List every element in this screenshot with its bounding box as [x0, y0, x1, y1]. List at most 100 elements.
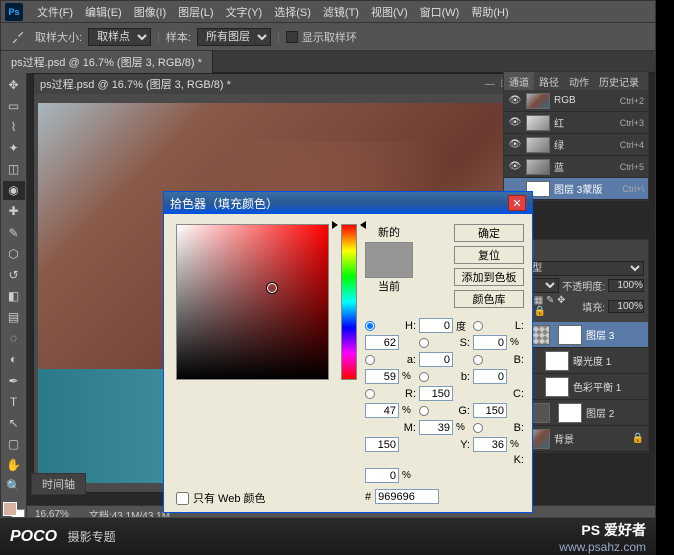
move-tool[interactable]: ✥ — [3, 75, 25, 94]
cancel-button[interactable]: 复位 — [454, 246, 524, 264]
a-radio[interactable] — [365, 355, 375, 365]
eyedropper-tool[interactable]: ◉ — [3, 181, 25, 200]
marquee-tool[interactable]: ▭ — [3, 96, 25, 115]
tab-history[interactable]: 历史记录 — [594, 72, 644, 90]
c-unit: % — [402, 405, 416, 416]
stamp-tool[interactable]: ⬡ — [3, 244, 25, 263]
web-only-checkbox[interactable] — [176, 492, 189, 505]
color-lib-button[interactable]: 颜色库 — [454, 290, 524, 308]
r-radio[interactable] — [365, 389, 375, 399]
visibility-icon[interactable]: 👁 — [508, 117, 522, 128]
add-swatch-button[interactable]: 添加到色板 — [454, 268, 524, 286]
g-input[interactable] — [473, 403, 507, 418]
tab-actions[interactable]: 动作 — [564, 72, 594, 90]
opacity-input[interactable] — [608, 279, 644, 292]
s-input[interactable] — [473, 335, 507, 350]
layer-name: 色彩平衡 1 — [573, 379, 621, 394]
channel-name: 图层 3蒙版 — [554, 181, 622, 196]
channel-shortcut: Ctrl+4 — [620, 140, 644, 150]
hand-tool[interactable]: ✋ — [3, 456, 25, 475]
lab-b-radio[interactable] — [419, 372, 429, 382]
h-radio[interactable] — [365, 321, 375, 331]
g-radio[interactable] — [419, 406, 429, 416]
gradient-tool[interactable]: ▤ — [3, 308, 25, 327]
channel-row[interactable]: 👁蓝Ctrl+5 — [504, 156, 648, 178]
a-input[interactable] — [419, 352, 453, 367]
eraser-tool[interactable]: ◧ — [3, 286, 25, 305]
y-input[interactable] — [473, 437, 507, 452]
layer-name: 图层 2 — [586, 405, 614, 420]
crop-tool[interactable]: ◫ — [3, 160, 25, 179]
m-input[interactable] — [419, 420, 453, 435]
bl-input[interactable] — [365, 437, 399, 452]
dialog-title-text: 拾色器（填充颜色） — [170, 195, 278, 212]
menu-layer[interactable]: 图层(L) — [172, 4, 219, 20]
l-radio[interactable] — [473, 321, 483, 331]
minimize-icon[interactable]: — — [485, 79, 495, 90]
channel-shortcut: Ctrl+3 — [620, 118, 644, 128]
timeline-tab[interactable]: 时间轴 — [31, 473, 86, 495]
channel-row[interactable]: 👁红Ctrl+3 — [504, 112, 648, 134]
show-ring-label: 显示取样环 — [302, 29, 357, 45]
menu-window[interactable]: 窗口(W) — [414, 4, 466, 20]
hex-input[interactable] — [375, 489, 439, 504]
dialog-titlebar[interactable]: 拾色器（填充颜色） ✕ — [164, 192, 532, 214]
c-input[interactable] — [365, 403, 399, 418]
heal-tool[interactable]: ✚ — [3, 202, 25, 221]
b-unit: % — [402, 371, 416, 382]
menubar: Ps 文件(F) 编辑(E) 图像(I) 图层(L) 文字(Y) 选择(S) 滤… — [1, 1, 655, 23]
sample-label: 样本: — [166, 29, 191, 45]
tab-paths[interactable]: 路径 — [534, 72, 564, 90]
history-brush-tool[interactable]: ↺ — [3, 265, 25, 284]
show-ring-checkbox[interactable] — [286, 31, 298, 43]
k-unit: % — [402, 470, 416, 481]
blur-tool[interactable]: ◌ — [3, 329, 25, 348]
menu-image[interactable]: 图像(I) — [128, 4, 172, 20]
tab-channels[interactable]: 通道 — [504, 72, 534, 90]
close-icon[interactable]: ✕ — [508, 195, 526, 211]
channel-row[interactable]: 👁RGBCtrl+2 — [504, 90, 648, 112]
dodge-tool[interactable]: ◐ — [3, 350, 25, 369]
lab-b-input[interactable] — [473, 369, 507, 384]
shape-tool[interactable]: ▢ — [3, 434, 25, 453]
lock-icons[interactable]: ▦ ✎ ✥ 🔒 — [534, 295, 579, 317]
hue-cursor — [338, 223, 360, 227]
fill-input[interactable] — [608, 300, 644, 313]
k-input[interactable] — [365, 468, 399, 483]
type-tool[interactable]: T — [3, 392, 25, 411]
saturation-field[interactable] — [176, 224, 329, 380]
zoom-tool[interactable]: 🔍 — [3, 477, 25, 496]
layer-mask-thumb — [545, 377, 569, 397]
ok-button[interactable]: 确定 — [454, 224, 524, 242]
h-input[interactable] — [419, 318, 453, 333]
b-input[interactable] — [365, 369, 399, 384]
menu-file[interactable]: 文件(F) — [31, 4, 79, 20]
color-preview — [365, 242, 413, 278]
bl-radio[interactable] — [473, 423, 483, 433]
wand-tool[interactable]: ✦ — [3, 138, 25, 157]
lasso-tool[interactable]: ⌇ — [3, 117, 25, 136]
menu-view[interactable]: 视图(V) — [365, 4, 414, 20]
menu-edit[interactable]: 编辑(E) — [79, 4, 128, 20]
b-radio[interactable] — [473, 355, 483, 365]
sample-select[interactable]: 所有图层 — [197, 28, 271, 46]
visibility-icon[interactable]: 👁 — [508, 95, 522, 106]
layer-name: 曝光度 1 — [573, 353, 611, 368]
sample-size-select[interactable]: 取样点 — [88, 28, 151, 46]
s-radio[interactable] — [419, 338, 429, 348]
menu-type[interactable]: 文字(Y) — [220, 4, 269, 20]
visibility-icon[interactable]: 👁 — [508, 161, 522, 172]
menu-filter[interactable]: 滤镜(T) — [317, 4, 365, 20]
pen-tool[interactable]: ✒ — [3, 371, 25, 390]
menu-select[interactable]: 选择(S) — [268, 4, 317, 20]
menu-help[interactable]: 帮助(H) — [465, 4, 514, 20]
r-input[interactable] — [419, 386, 453, 401]
visibility-icon[interactable]: 👁 — [508, 139, 522, 150]
brush-tool[interactable]: ✎ — [3, 223, 25, 242]
l-input[interactable] — [365, 335, 399, 350]
hue-slider[interactable] — [341, 224, 357, 380]
document-titlebar[interactable]: ps过程.psd @ 16.7% (图层 3, RGB/8) * — ☐ ✕ — [34, 74, 530, 94]
document-tab[interactable]: ps过程.psd @ 16.7% (图层 3, RGB/8) * — [1, 51, 213, 73]
channel-row[interactable]: 👁绿Ctrl+4 — [504, 134, 648, 156]
path-tool[interactable]: ↖ — [3, 413, 25, 432]
